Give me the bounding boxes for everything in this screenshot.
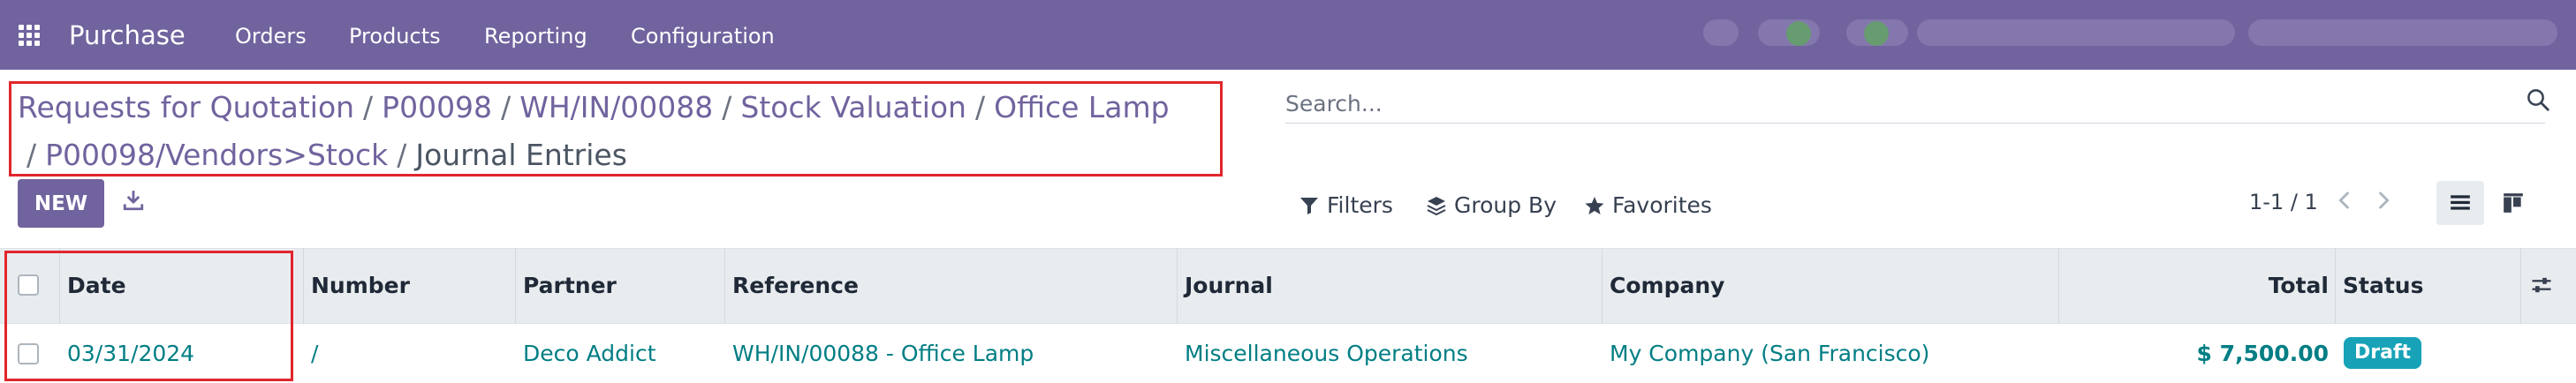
filters-button[interactable]: Filters <box>1299 192 1393 218</box>
search-icon[interactable] <box>2525 86 2551 113</box>
cell-partner[interactable]: Deco Addict <box>523 341 656 366</box>
systray-blurred-item[interactable] <box>1703 19 1739 46</box>
column-header-journal[interactable]: Journal <box>1185 273 1273 298</box>
cell-date[interactable]: 03/31/2024 <box>67 341 194 366</box>
chevron-right-icon[interactable] <box>2371 187 2396 214</box>
column-separator <box>1177 248 1178 324</box>
breadcrumb-item[interactable]: Stock Valuation <box>740 90 966 124</box>
breadcrumb-separator: / <box>722 90 732 124</box>
app-name[interactable]: Purchase <box>69 20 186 50</box>
cell-number[interactable]: / <box>311 341 318 366</box>
filter-icon <box>1300 197 1318 214</box>
breadcrumb-item[interactable]: WH/IN/00088 <box>519 90 713 124</box>
column-header-number[interactable]: Number <box>311 273 410 298</box>
column-header-company[interactable]: Company <box>1610 273 1724 298</box>
breadcrumb-item[interactable]: P00098/Vendors>Stock <box>45 138 388 172</box>
status-dot-icon <box>1786 21 1811 46</box>
kanban-view-icon <box>2504 193 2523 213</box>
menu-orders[interactable]: Orders <box>235 24 307 49</box>
column-header-reference[interactable]: Reference <box>732 273 859 298</box>
column-separator <box>724 248 725 324</box>
column-header-partner[interactable]: Partner <box>523 273 617 298</box>
breadcrumb: Requests for Quotation / P00098/WH/IN/0008… <box>18 84 1219 179</box>
search-input[interactable] <box>1285 85 2545 124</box>
breadcrumb-separator: / <box>974 90 986 124</box>
list-view-button[interactable] <box>2436 181 2484 225</box>
column-header-status[interactable]: Status <box>2343 273 2423 298</box>
menu-configuration[interactable]: Configuration <box>631 24 775 49</box>
user-menu-blurred[interactable] <box>2248 19 2557 46</box>
download-icon[interactable] <box>122 189 145 212</box>
row-checkbox[interactable] <box>18 343 39 364</box>
column-header-total[interactable]: Total <box>2067 273 2329 298</box>
cell-reference[interactable]: WH/IN/00088 - Office Lamp <box>732 341 1034 366</box>
list-view-icon <box>2451 195 2470 210</box>
column-header-date[interactable]: Date <box>67 273 126 298</box>
column-separator <box>59 248 60 324</box>
breadcrumb-separator: / <box>397 138 407 172</box>
favorites-button[interactable]: Favorites <box>1584 192 1712 218</box>
filters-label: Filters <box>1327 192 1393 218</box>
star-icon <box>1585 196 1604 214</box>
company-switcher-blurred[interactable] <box>1917 19 2235 46</box>
new-button[interactable]: NEW <box>18 179 104 228</box>
cell-journal[interactable]: Miscellaneous Operations <box>1185 341 1468 366</box>
cell-company[interactable]: My Company (San Francisco) <box>1610 341 1929 366</box>
breadcrumb-separator: / <box>27 138 37 172</box>
cell-total[interactable]: $ 7,500.00 <box>2067 341 2329 366</box>
menu-reporting[interactable]: Reporting <box>484 24 587 49</box>
layers-icon <box>1427 196 1446 215</box>
top-navbar: Purchase Orders Products Reporting Confi… <box>0 0 2576 70</box>
kanban-view-button[interactable] <box>2489 181 2537 225</box>
breadcrumb-item[interactable]: Requests for Quotation <box>18 90 354 124</box>
favorites-label: Favorites <box>1612 192 1712 218</box>
breadcrumb-separator: / <box>363 90 374 124</box>
select-all-checkbox[interactable] <box>18 274 39 296</box>
breadcrumb-item[interactable]: Office Lamp <box>994 90 1170 124</box>
breadcrumb-separator: / <box>501 90 511 124</box>
pager-value[interactable]: 1-1 / 1 <box>2249 190 2318 214</box>
column-separator <box>515 248 516 324</box>
column-separator <box>2520 248 2521 324</box>
column-separator <box>2335 248 2336 324</box>
menu-products[interactable]: Products <box>349 24 441 49</box>
group-by-label: Group By <box>1454 192 1557 218</box>
apps-grid-icon[interactable] <box>19 25 40 46</box>
breadcrumb-item[interactable]: P00098 <box>382 90 492 124</box>
column-separator <box>303 248 304 324</box>
optional-columns-icon[interactable] <box>2529 273 2554 297</box>
status-badge: Draft <box>2344 337 2422 369</box>
group-by-button[interactable]: Group By <box>1426 192 1557 218</box>
column-separator <box>2058 248 2059 324</box>
chevron-left-icon[interactable] <box>2332 187 2357 214</box>
status-dot-icon <box>1864 21 1889 46</box>
breadcrumb-current: Journal Entries <box>415 138 627 172</box>
